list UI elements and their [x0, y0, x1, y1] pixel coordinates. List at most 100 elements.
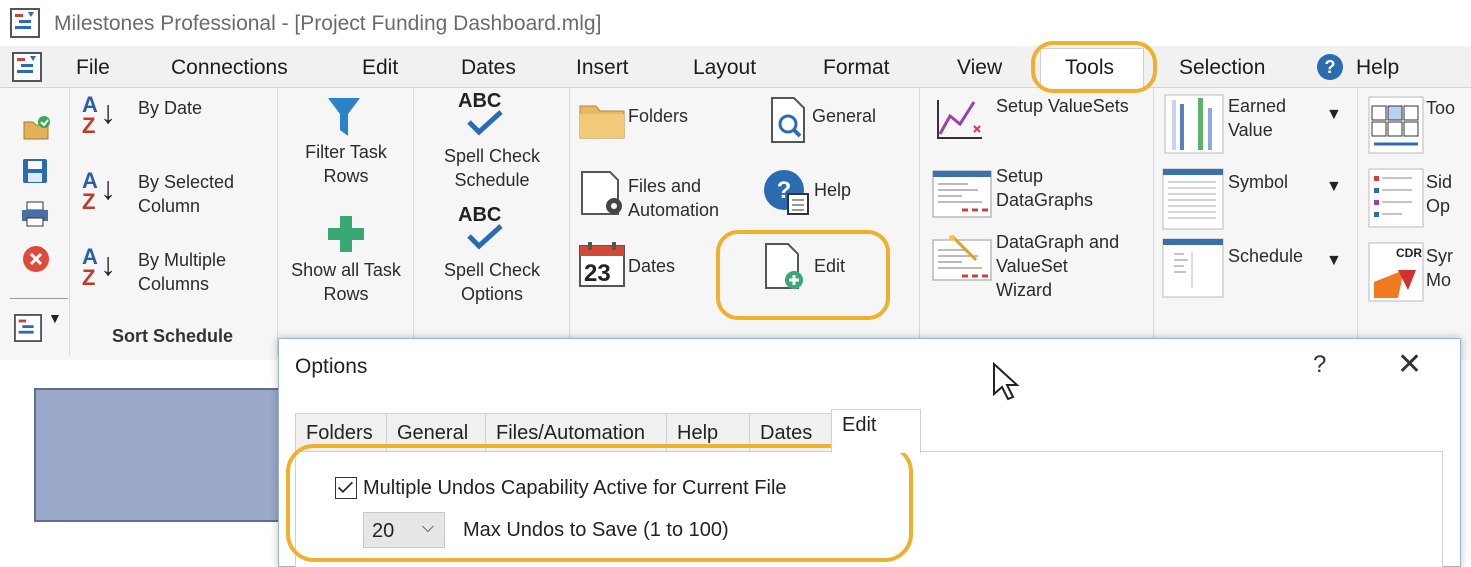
save-icon[interactable] [22, 158, 48, 184]
spell-check-group: ABC Spell Check Schedule ABC Spell Check… [414, 88, 570, 356]
label-line: Spell Check [443, 146, 541, 166]
schedule-bar[interactable] [34, 388, 284, 522]
sort-by-multiple-columns[interactable]: By Multiple Columns [138, 248, 226, 296]
ribbon: ▼ AZ ↓ By Date AZ ↓ By Selected Column A… [0, 88, 1471, 360]
tab-folders[interactable]: Folders [295, 413, 387, 451]
open-folder-icon[interactable] [22, 114, 52, 142]
side-options-button[interactable]: Sid Op [1426, 170, 1452, 218]
dropdown-arrow-icon[interactable]: ▼ [1326, 178, 1342, 196]
spell-check-options-button[interactable]: Spell Check Options [424, 258, 560, 306]
edit-button[interactable]: Edit [814, 254, 845, 278]
sort-az-icon: AZ [82, 244, 98, 290]
dialog-help-button[interactable]: ? [1313, 351, 1326, 379]
tab-general[interactable]: General [386, 413, 486, 451]
files-and-automation-button[interactable]: Files and Automation [628, 174, 719, 222]
show-all-task-rows-button[interactable]: Show all Task Rows [282, 258, 410, 306]
setup-valuesets-button[interactable]: Setup ValueSets [996, 94, 1129, 118]
spell-check-schedule-button[interactable]: Spell Check Schedule [424, 144, 560, 192]
app-menu-icon[interactable] [12, 52, 42, 82]
symbol-button[interactable]: Symbol [1228, 170, 1288, 194]
label-line: Mo [1426, 270, 1452, 290]
help-document-icon: ? [764, 170, 809, 215]
sort-arrow-icon: ↓ [100, 170, 116, 206]
help-circle-icon[interactable]: ? [1316, 53, 1344, 81]
dropdown-arrow-icon[interactable]: ▼ [48, 310, 62, 326]
checkmark-icon [337, 481, 354, 494]
document-search-icon [771, 97, 805, 143]
label-line: Automation [628, 200, 720, 220]
valueset-chart-icon [937, 100, 982, 139]
menu-edit[interactable]: Edit [362, 56, 398, 80]
plus-green-icon [328, 216, 364, 252]
tab-files-automation[interactable]: Files/Automation [485, 413, 667, 451]
sort-schedule-group: AZ ↓ By Date AZ ↓ By Selected Column AZ … [70, 88, 278, 356]
label-line: Filter Task [305, 142, 387, 162]
multiple-undos-checkbox[interactable] [335, 477, 357, 499]
menu-help[interactable]: Help [1356, 56, 1399, 80]
filter-task-rows-button[interactable]: Filter Task Rows [298, 140, 394, 188]
tab-dates[interactable]: Dates [749, 413, 833, 451]
side-options-icon [1368, 168, 1424, 228]
label-line: Earned [1228, 96, 1287, 116]
label-line: Show all Task [291, 260, 401, 280]
general-button[interactable]: General [812, 104, 876, 128]
mouse-cursor-icon [993, 362, 1020, 401]
menu-connections[interactable]: Connections [171, 56, 288, 80]
menu-file[interactable]: File [76, 56, 110, 80]
max-undos-select[interactable]: 20 ⌵ [363, 512, 445, 548]
chevron-down-icon: ⌵ [421, 519, 434, 536]
label-line: ValueSet [996, 256, 1068, 276]
label-line: By Selected [138, 172, 235, 192]
files-automation-icon [581, 171, 622, 215]
sort-by-date[interactable]: By Date [138, 96, 202, 120]
quick-access-column: ▼ [0, 88, 70, 356]
menu-selection[interactable]: Selection [1179, 56, 1265, 80]
datagraph-valueset-wizard-button[interactable]: DataGraph and ValueSet Wizard [996, 230, 1119, 302]
setup-datagraphs-button[interactable]: Setup DataGraphs [996, 164, 1093, 212]
symbol-mode-button[interactable]: Syr Mo [1426, 244, 1453, 292]
menu-tools[interactable]: Tools [1065, 56, 1114, 80]
schedule-button[interactable]: Schedule [1228, 244, 1303, 268]
menu-insert[interactable]: Insert [576, 56, 629, 80]
reports-group: Earned Value ▼ Symbol ▼ Schedule ▼ [1154, 88, 1358, 356]
close-red-icon[interactable] [22, 245, 50, 273]
label-line: DataGraphs [996, 190, 1094, 210]
tab-help[interactable]: Help [666, 413, 750, 451]
dropdown-arrow-icon[interactable]: ▼ [1326, 106, 1342, 124]
print-icon[interactable] [20, 200, 50, 228]
label-line: Sid [1426, 172, 1453, 192]
label-line: Wizard [996, 280, 1053, 300]
help-button[interactable]: Help [814, 178, 851, 202]
sort-by-selected-column[interactable]: By Selected Column [138, 170, 234, 218]
menu-bar: File Connections Edit Dates Insert Layou… [0, 46, 1471, 89]
app-small-icon[interactable] [14, 314, 42, 342]
label-line: Schedule [454, 170, 530, 190]
toolbox-label[interactable]: Too [1426, 96, 1455, 120]
app-logo-icon [10, 8, 40, 38]
earned-value-thumbnail-icon [1164, 94, 1224, 154]
menu-dates[interactable]: Dates [461, 56, 516, 80]
document-add-icon [765, 243, 803, 289]
program-options-group: Folders General Files and Automation ? H… [570, 88, 920, 356]
wizard-icon [932, 234, 992, 281]
menu-view[interactable]: View [957, 56, 1002, 80]
filter-group: Filter Task Rows Show all Task Rows [278, 88, 414, 356]
earned-value-button[interactable]: Earned Value [1228, 94, 1286, 142]
sort-az-icon: AZ [82, 168, 98, 214]
cdr-label: CDR [1396, 246, 1422, 260]
dates-button[interactable]: Dates [628, 254, 675, 278]
dialog-close-button[interactable]: ✕ [1397, 347, 1422, 382]
dropdown-arrow-icon[interactable]: ▼ [1326, 252, 1342, 270]
window-title: Milestones Professional - [Project Fundi… [54, 12, 602, 35]
menu-format[interactable]: Format [823, 56, 890, 80]
label-line: Column [138, 196, 201, 216]
menu-layout[interactable]: Layout [693, 56, 756, 80]
tab-edit[interactable]: Edit [831, 409, 921, 453]
toolbox-group: Too Sid Op CDR Syr Mo [1358, 88, 1471, 356]
max-undos-label: Max Undos to Save (1 to 100) [463, 519, 729, 541]
label-line: DataGraph and [996, 232, 1120, 252]
title-bar: Milestones Professional - [Project Fundi… [0, 0, 1471, 46]
folders-button[interactable]: Folders [628, 104, 688, 128]
divider [10, 298, 68, 299]
group-title-sort: Sort Schedule [112, 326, 234, 346]
